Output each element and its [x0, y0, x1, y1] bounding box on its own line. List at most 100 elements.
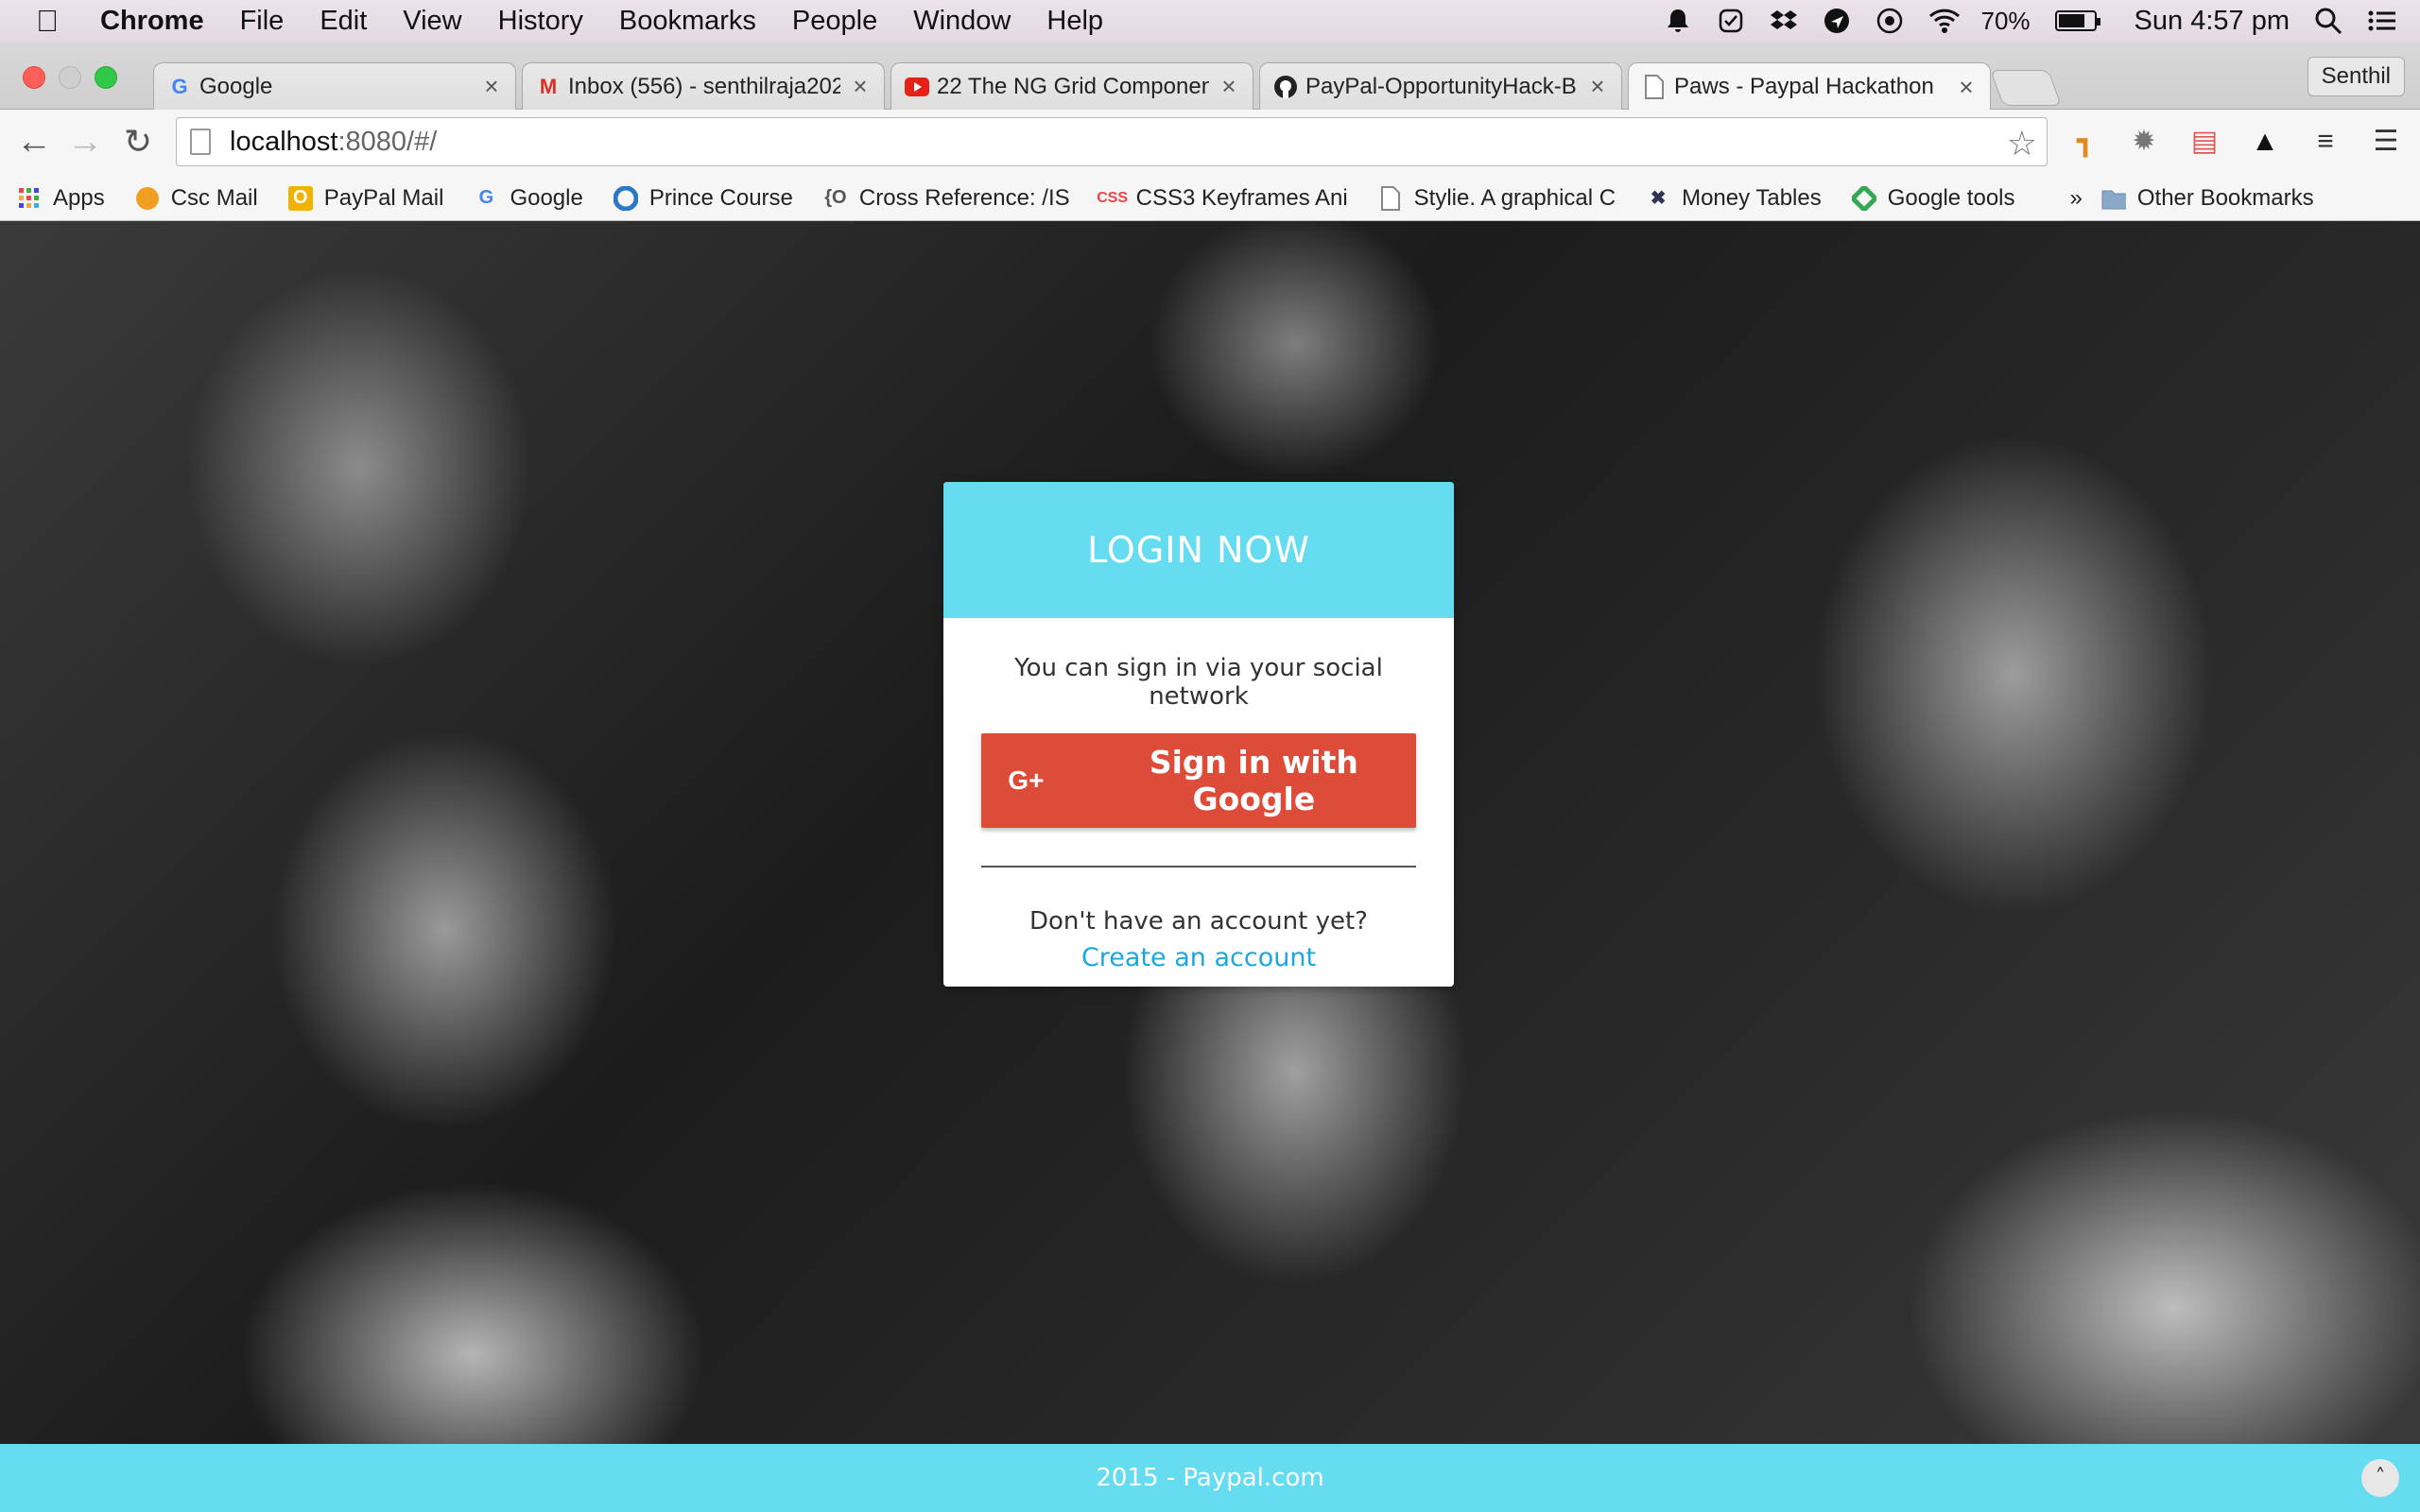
battery-icon[interactable] — [2054, 10, 2100, 31]
no-account-text: Don't have an account yet? — [1029, 907, 1368, 936]
folder-icon — [2101, 186, 2126, 211]
close-tab-icon[interactable]: × — [1956, 73, 1977, 102]
bookmark-star-icon[interactable]: ☆ — [2007, 124, 2037, 163]
page-info-icon[interactable] — [190, 129, 211, 155]
address-bar[interactable]: localhost:8080/#/ ☆ — [176, 117, 2048, 166]
bookmark-css3-keyframes[interactable]: CSS CSS3 Keyframes Ani — [1097, 184, 1348, 212]
menu-bookmarks[interactable]: Bookmarks — [619, 6, 756, 37]
battery-percent[interactable]: 70% — [1981, 7, 2031, 36]
close-window-button[interactable] — [23, 66, 45, 89]
close-tab-icon[interactable]: × — [1219, 72, 1239, 101]
extension-flame-icon[interactable]: ▲ — [2246, 123, 2284, 161]
window-controls — [23, 66, 117, 89]
menu-edit[interactable]: Edit — [320, 6, 367, 37]
bookmark-label: Csc Mail — [170, 184, 258, 211]
bookmark-money-tables[interactable]: ✖ Money Tables — [1646, 185, 1822, 212]
bookmark-label: » — [2069, 184, 2083, 211]
bookmark-csc-mail[interactable]: Csc Mail — [135, 185, 258, 212]
extension-ruler-icon[interactable]: ┓ — [2066, 123, 2104, 161]
bookmark-label: Other Bookmarks — [2136, 184, 2314, 211]
minimize-window-button[interactable] — [59, 66, 81, 89]
apple-menu-icon[interactable]:  — [36, 4, 83, 39]
url-path: :8080/#/ — [337, 126, 438, 157]
menu-window[interactable]: Window — [913, 6, 1011, 37]
google-signin-label: Sign in with Google — [1149, 744, 1358, 817]
youtube-icon — [905, 75, 929, 99]
close-tab-icon[interactable]: × — [850, 72, 871, 101]
dropbox-icon[interactable] — [1770, 7, 1798, 35]
google-icon: G — [478, 187, 494, 208]
csc-mail-icon — [135, 186, 160, 211]
login-header: LOGIN NOW — [943, 482, 1454, 618]
bookmark-google-tools[interactable]: Google tools — [1851, 184, 2015, 212]
close-tab-icon[interactable]: × — [1587, 72, 1608, 101]
page-footer: 2015 - Paypal.com ˄ — [0, 1444, 2420, 1512]
bookmarks-bar: Apps Csc Mail O PayPal Mail G Google Pri… — [0, 176, 2420, 221]
chrome-menu-icon[interactable]: ☰ — [2367, 123, 2405, 161]
extension-tree-icon[interactable]: ≡ — [2307, 123, 2344, 161]
tab-github[interactable]: PayPal-OpportunityHack-B × — [1259, 62, 1622, 110]
menu-people[interactable]: People — [792, 6, 877, 37]
tab-google[interactable]: G Google × — [153, 62, 516, 110]
spotlight-search-icon[interactable] — [2314, 7, 2342, 35]
gmail-icon: M — [539, 74, 558, 98]
menu-file[interactable]: File — [240, 6, 285, 37]
cross-reference-icon: {O — [824, 187, 847, 208]
google-plus-icon: G+ — [1008, 765, 1045, 795]
prince-icon — [613, 185, 638, 211]
tab-title: Paws - Paypal Hackathon — [1674, 74, 1934, 99]
scroll-to-top-icon[interactable]: ˄ — [2361, 1459, 2399, 1497]
bookmark-prince-course[interactable]: Prince Course — [613, 185, 793, 212]
bookmark-google[interactable]: G Google — [474, 184, 583, 212]
outlook-icon: O — [287, 185, 313, 211]
create-account-link[interactable]: Create an account — [1081, 943, 1316, 972]
browser-toolbar: ← → ↻ localhost:8080/#/ ☆ ┓ ✹ ▤ ▲ ≡ ☰ — [0, 110, 2420, 176]
bookmark-stylie[interactable]: Stylie. A graphical C — [1378, 185, 1616, 212]
apps-grid-icon — [17, 186, 42, 211]
github-icon — [1273, 75, 1298, 99]
tab-inbox[interactable]: M Inbox (556) - senthilraja202 × — [522, 62, 885, 110]
extension-calendar-icon[interactable]: ▤ — [2186, 123, 2223, 161]
menu-history[interactable]: History — [498, 6, 583, 37]
css3-icon: CSS — [1097, 189, 1129, 206]
tab-paws-active[interactable]: Paws - Paypal Hackathon × — [1628, 62, 1991, 111]
page-icon — [1642, 75, 1667, 99]
eye-icon[interactable] — [1876, 7, 1904, 35]
bookmark-cross-reference[interactable]: {O Cross Reference: /IS — [823, 185, 1069, 212]
divider — [981, 866, 1416, 868]
wifi-icon[interactable] — [1928, 7, 1960, 35]
bookmark-label: Google tools — [1887, 184, 2015, 211]
money-tables-icon: ✖ — [1650, 188, 1667, 209]
bookmark-other-bookmarks[interactable]: Other Bookmarks — [2101, 185, 2314, 212]
close-tab-icon[interactable]: × — [481, 72, 502, 101]
google-tools-icon — [1851, 185, 1876, 211]
browser-tab-strip: G Google × M Inbox (556) - senthilraja20… — [0, 42, 2420, 111]
menu-help[interactable]: Help — [1046, 6, 1103, 37]
page-content: LOGIN NOW You can sign in via your socia… — [0, 221, 2420, 1512]
navigation-arrow-icon[interactable] — [1823, 7, 1851, 35]
bookmark-paypal-mail[interactable]: O PayPal Mail — [287, 185, 443, 212]
tab-title: PayPal-OpportunityHack-B — [1305, 73, 1577, 99]
bookmark-label: CSS3 Keyframes Ani — [1135, 184, 1348, 211]
login-card: LOGIN NOW You can sign in via your socia… — [943, 482, 1454, 987]
reload-icon[interactable]: ↻ — [117, 121, 159, 163]
new-tab-button[interactable] — [1990, 70, 2062, 106]
notification-bell-icon[interactable] — [1664, 7, 1692, 35]
notification-center-icon[interactable] — [2367, 7, 2395, 35]
bookmarks-overflow-button[interactable]: » — [2070, 185, 2083, 212]
menu-app-name[interactable]: Chrome — [100, 6, 204, 37]
bookmark-label: Google — [510, 184, 583, 211]
check-circle-icon[interactable] — [1717, 7, 1745, 35]
page-icon — [1378, 185, 1403, 211]
zoom-window-button[interactable] — [95, 66, 117, 89]
menu-view[interactable]: View — [403, 6, 461, 37]
bookmark-label: Apps — [53, 184, 105, 211]
back-arrow-icon[interactable]: ← — [13, 121, 55, 163]
extension-bug-icon[interactable]: ✹ — [2125, 123, 2163, 161]
tab-youtube[interactable]: 22 The NG Grid Componen × — [890, 62, 1253, 110]
clock[interactable]: Sun 4:57 pm — [2135, 6, 2290, 37]
google-signin-button[interactable]: G+ Sign in with Google — [981, 733, 1416, 828]
forward-arrow-icon[interactable]: → — [64, 121, 106, 163]
bookmark-apps[interactable]: Apps — [17, 185, 105, 212]
profile-button[interactable]: Senthil — [2307, 57, 2405, 96]
